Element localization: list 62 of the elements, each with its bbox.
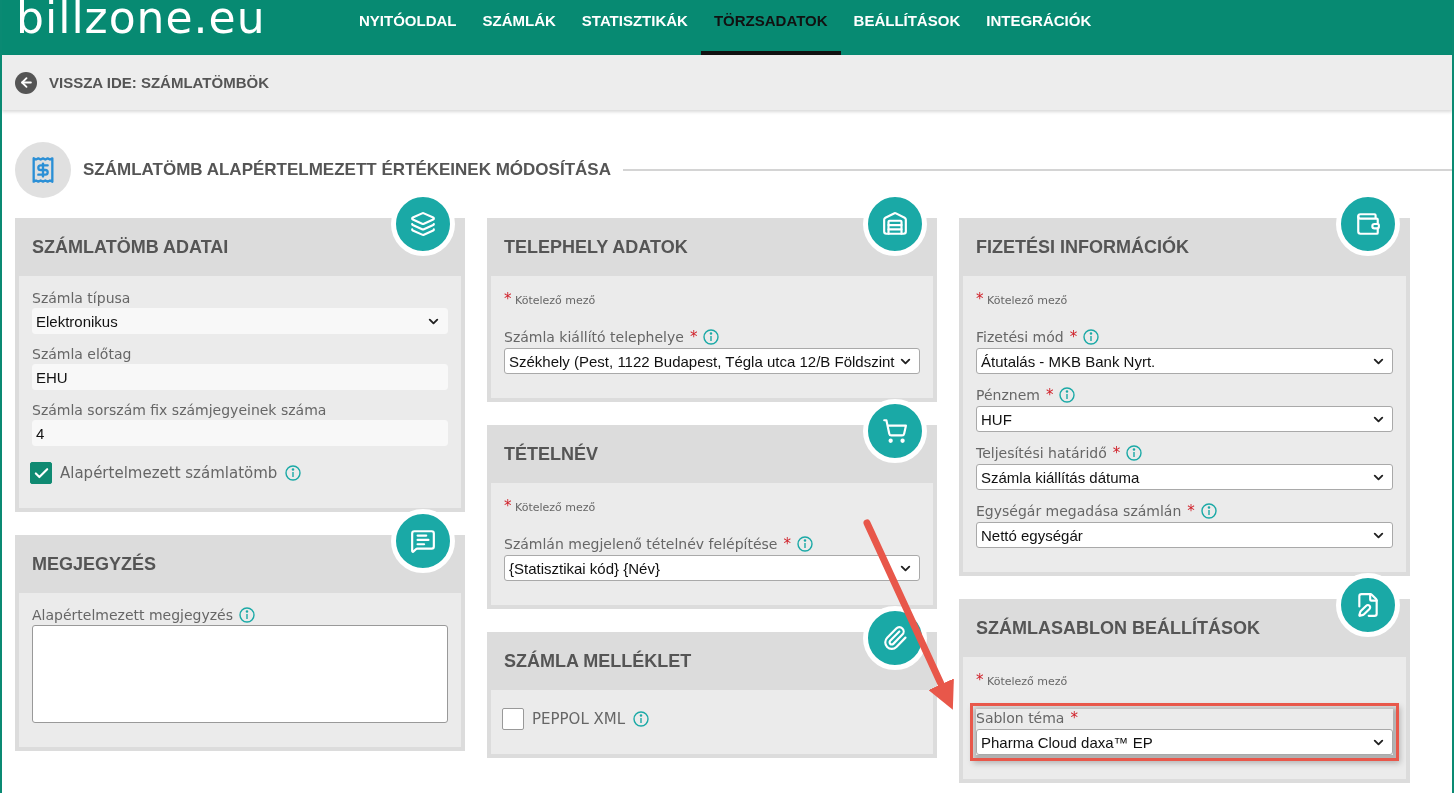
- select-field[interactable]: Átutalás - MKB Bank Nyrt.: [976, 348, 1393, 374]
- info-icon[interactable]: [1059, 387, 1076, 403]
- checkbox-label: Alapértelmezett számlatömb: [60, 464, 278, 482]
- required-mark: *: [783, 535, 791, 553]
- info-icon[interactable]: [703, 329, 720, 345]
- checkbox-label: PEPPOL XML: [532, 710, 626, 728]
- field-label: Számla kiállító telephelye: [504, 329, 684, 345]
- info-icon[interactable]: [633, 711, 650, 727]
- required-mark: *: [1069, 328, 1078, 346]
- checkbox[interactable]: [502, 708, 524, 730]
- info-icon[interactable]: [796, 536, 813, 552]
- required-note: * Kötelező mező: [504, 290, 597, 308]
- text-area[interactable]: [32, 625, 448, 723]
- required-note: * Kötelező mező: [976, 671, 1069, 689]
- card-title: TÉTELNÉV: [503, 442, 598, 466]
- nav-tab[interactable]: STATISZTIKÁK: [568, 0, 701, 55]
- required-mark: *: [1187, 502, 1195, 520]
- field-label: Fizetési mód: [976, 329, 1064, 345]
- page-title: SZÁMLATÖMB ALAPÉRTELMEZETT ÉRTÉKEINEK MÓDOSÍTÁSA: [83, 160, 611, 180]
- select-field[interactable]: Pharma Cloud daxa™ EP: [976, 729, 1393, 755]
- info-icon[interactable]: [1126, 445, 1143, 461]
- card-title: MEGJEGYZÉS: [31, 552, 157, 576]
- required-mark: *: [1045, 386, 1054, 404]
- required-mark: *: [1070, 709, 1078, 727]
- logo[interactable]: billzone.eu: [2, 0, 346, 55]
- card-title: SZÁMLATÖMB ADATAI: [31, 235, 229, 259]
- card-title: TELEPHELY ADATOK: [503, 235, 688, 259]
- field-label: Sablon téma: [976, 710, 1065, 726]
- field-label: Számla típusa: [32, 290, 131, 306]
- select-field[interactable]: Székhely (Pest, 1122 Budapest, Tégla utca 12/B Földszint: [504, 348, 920, 374]
- input-field[interactable]: 4: [32, 420, 448, 446]
- select-field[interactable]: HUF: [976, 406, 1393, 432]
- required-mark: *: [689, 328, 698, 346]
- select-field[interactable]: Számla kiállítás dátuma: [976, 464, 1393, 490]
- info-icon[interactable]: [1083, 329, 1100, 345]
- nav-tab[interactable]: SZÁMLÁK: [469, 0, 569, 55]
- required-note: * Kötelező mező: [976, 290, 1069, 308]
- nav-tab[interactable]: NYITÓOLDAL: [346, 0, 470, 55]
- info-icon[interactable]: [239, 607, 255, 623]
- required-note: * Kötelező mező: [504, 497, 597, 515]
- card-title: SZÁMLASABLON BEÁLLÍTÁSOK: [975, 616, 1260, 640]
- nav-tab[interactable]: BEÁLLÍTÁSOK: [840, 0, 974, 55]
- checkbox[interactable]: [30, 462, 52, 484]
- field-label: Teljesítési határidő: [976, 445, 1107, 461]
- field-label: Számla sorszám fix számjegyeinek száma: [32, 402, 327, 418]
- field-label: Alapértelmezett megjegyzés: [32, 607, 233, 623]
- card-title: FIZETÉSI INFORMÁCIÓK: [975, 235, 1189, 259]
- select-field[interactable]: Elektronikus: [32, 308, 448, 334]
- field-label: Számlán megjelenő tételnév felépítése: [504, 536, 778, 552]
- info-icon[interactable]: [1200, 503, 1217, 519]
- info-icon[interactable]: [285, 465, 302, 481]
- card-title: SZÁMLA MELLÉKLET: [503, 649, 692, 673]
- select-field[interactable]: Nettó egységár: [976, 522, 1393, 548]
- field-label: Egységár megadása számlán: [976, 503, 1182, 519]
- required-mark: *: [1112, 444, 1121, 462]
- input-field[interactable]: EHU: [32, 364, 448, 390]
- select-field[interactable]: {Statisztikai kód} {Név}: [504, 555, 920, 581]
- receipt-icon: [15, 142, 71, 198]
- field-label: Pénznem: [976, 387, 1040, 403]
- field-label: Számla előtag: [32, 346, 132, 362]
- back-link[interactable]: VISSZA IDE: SZÁMLATÖMBÖK: [49, 74, 269, 91]
- nav-tab[interactable]: INTEGRÁCIÓK: [973, 0, 1105, 55]
